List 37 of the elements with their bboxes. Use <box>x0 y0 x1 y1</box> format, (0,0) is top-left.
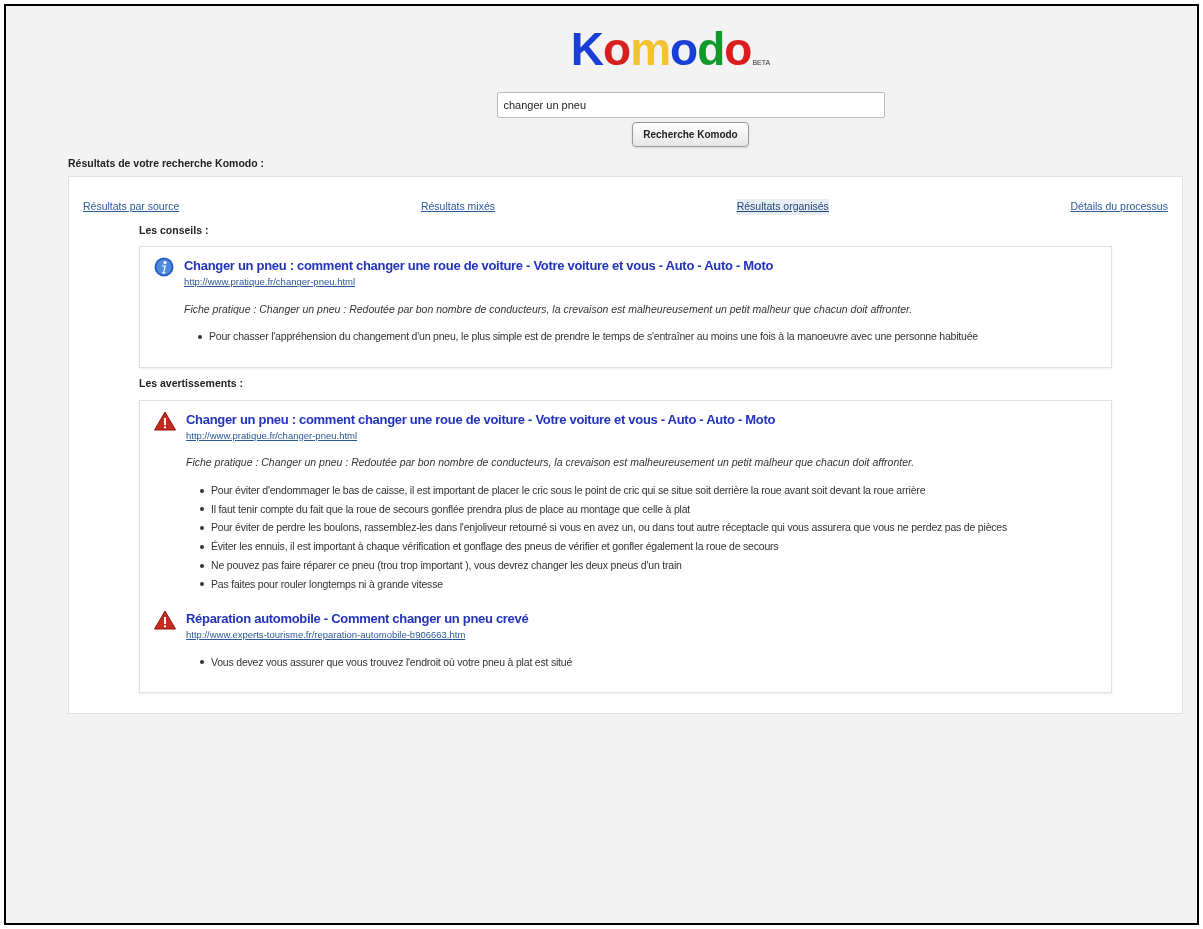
bullet-icon <box>200 582 204 587</box>
results-heading: Résultats de votre recherche Komodo : <box>68 156 266 171</box>
komodo-logo: Komodo <box>570 26 752 72</box>
result-bullet-text: Pour éviter de perdre les boulons, rassemblez-les dans l'enjoliveur retourné si vous en avez un, ou dans tout autre réceptacle qui vous assurera que vous ne perdez pas de pièces <box>211 520 1007 536</box>
bullet-icon <box>200 507 204 512</box>
results-tab[interactable]: Détails du processus <box>1070 198 1168 215</box>
result-bullet-text: Pas faites pour rouler longtemps ni à grande vitesse <box>211 576 443 592</box>
result-bullet-text: Ne pouvez pas faire réparer ce pneu (trou trop important ), vous devrez changer les deux pneus d'un train <box>211 557 682 573</box>
results-tab[interactable]: Résultats par source <box>83 198 180 215</box>
bullet-icon <box>200 563 204 568</box>
search-button[interactable]: Recherche Komodo <box>632 122 749 147</box>
warning-icon <box>154 610 176 631</box>
result-url-link[interactable]: http://www.experts-tourisme.fr/reparation-automobile-b906663.htm <box>186 628 573 643</box>
results-tab[interactable]: Résultats organisés <box>736 198 829 215</box>
result-snippet: Fiche pratique : Changer un pneu : Redoutée par bon nombre de conducteurs, la crevaison est malheureusement un petit malheur que chacun doit affronter. <box>186 455 916 470</box>
info-icon <box>154 257 174 278</box>
result-snippet: Fiche pratique : Changer un pneu : Redoutée par bon nombre de conducteurs, la crevaison est malheureusement un petit malheur que chacun doit affronter. <box>184 301 914 317</box>
bullet-icon <box>200 526 204 531</box>
bullet-icon <box>200 488 204 493</box>
result-title-link[interactable]: Changer un pneu : comment changer une roue de voiture - Votre voiture et vous - Auto - Auto - Moto <box>186 410 1007 429</box>
result-bullet-text: Éviter les ennuis, il est important à chaque vérification et gonflage des pneus de vérifier et gonfler également la roue de secours <box>211 539 779 554</box>
result-url-link[interactable]: http://www.pratique.fr/changer-pneu.html <box>184 275 978 290</box>
result-bullet-text: Pour éviter d'endommager le bas de caisse, il est important de placer le cric sous le point de cric qui se situe soit derrière la roue avant soit devant la roue arrière <box>211 482 926 498</box>
bullet-icon <box>200 544 204 549</box>
result-bullet-text: Pour chasser l'appréhension du changement d'un pneu, le plus simple est de prendre le temps de s'entraîner au moins une fois à la manoeuvre avec une personne habituée <box>209 329 978 345</box>
bullet-icon <box>200 660 204 665</box>
result-bullet-text: Vous devez vous assurer que vous trouvez l'endroit où votre pneu à plat est situé <box>211 654 573 670</box>
section-heading: Les conseils : <box>139 222 210 238</box>
result-title-link[interactable]: Changer un pneu : comment changer une roue de voiture - Votre voiture et vous - Auto - Auto - Moto <box>184 257 978 276</box>
result-url-link[interactable]: http://www.pratique.fr/changer-pneu.html <box>186 428 1007 443</box>
results-tab[interactable]: Résultats mixés <box>420 198 496 215</box>
section-heading: Les avertissements : <box>139 376 244 391</box>
bullet-icon <box>198 335 202 340</box>
warning-icon <box>154 410 176 431</box>
result-bullet-text: Il faut tenir compte du fait que la roue de secours gonflée prendra plus de place au montage que celle à plat <box>211 501 691 517</box>
search-field[interactable]: changer un pneu <box>496 92 885 118</box>
result-title-link[interactable]: Réparation automobile - Comment changer un pneu crevé <box>186 610 573 629</box>
